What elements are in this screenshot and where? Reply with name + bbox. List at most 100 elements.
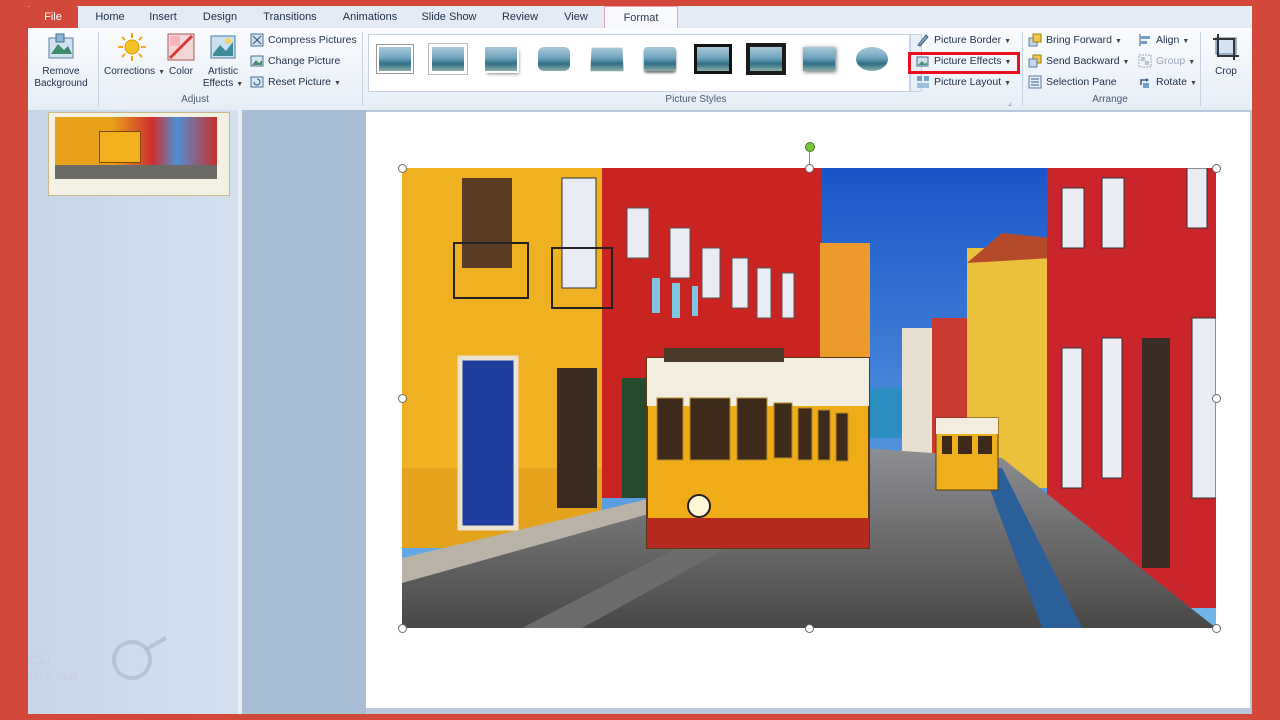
picture-style-4[interactable]	[534, 43, 574, 75]
align-button[interactable]: Align ▼	[1138, 31, 1189, 49]
layout-icon	[917, 76, 929, 89]
picture-style-3[interactable]	[481, 43, 521, 75]
picture-layout-button[interactable]: Picture Layout ▼	[916, 73, 1011, 91]
tab-transitions[interactable]: Transitions	[254, 6, 326, 28]
bring-forward-icon	[1028, 33, 1042, 47]
resize-handle-right[interactable]	[1212, 394, 1221, 403]
tab-review[interactable]: Review	[494, 6, 546, 28]
artistic-effects-icon	[210, 35, 236, 59]
picture-style-1[interactable]	[375, 43, 415, 75]
corrections-label: Corrections	[104, 66, 156, 77]
remove-background-label-1: Remove	[42, 66, 80, 77]
compress-pictures-button[interactable]: Compress Pictures	[250, 31, 357, 49]
chevron-down-icon: ▼	[334, 80, 341, 87]
slide-canvas[interactable]	[366, 112, 1250, 708]
send-backward-button[interactable]: Send Backward ▼	[1028, 52, 1129, 70]
selection-pane-button[interactable]: Selection Pane	[1028, 73, 1117, 91]
artistic-effects-label-1: Artistic	[208, 66, 238, 77]
artistic-effects-label-2: Effects	[202, 78, 234, 89]
tab-home[interactable]: Home	[86, 6, 134, 28]
picture-style-7[interactable]	[693, 43, 733, 75]
resize-handle-bottom[interactable]	[805, 624, 814, 633]
dialog-launcher-icon[interactable]: ⌟	[1008, 98, 1012, 107]
tab-insert[interactable]: Insert	[140, 6, 186, 28]
tab-view[interactable]: View	[554, 6, 598, 28]
rotation-handle[interactable]	[805, 142, 815, 152]
picture-border-button[interactable]: Picture Border ▼	[916, 31, 1011, 49]
tech-view-logo-icon: تک TECH VIEW	[28, 636, 167, 682]
tab-file[interactable]: File	[28, 6, 78, 28]
picture-style-9[interactable]	[799, 43, 839, 75]
tab-slide-show[interactable]: Slide Show	[414, 6, 484, 28]
picture-effects-highlight	[908, 52, 1020, 74]
picture-style-8[interactable]	[746, 43, 786, 75]
resize-handle-left[interactable]	[398, 394, 407, 403]
picture-styles-gallery	[368, 34, 910, 92]
group-icon	[1138, 54, 1152, 68]
resize-handle-top-right[interactable]	[1212, 164, 1221, 173]
watermark-text-top: تک	[28, 645, 51, 669]
compress-pictures-label: Compress Pictures	[268, 34, 357, 46]
thumbnail-pane-background	[242, 110, 366, 714]
tab-format[interactable]: Format	[604, 6, 678, 28]
ribbon-tab-bar: File Home Insert Design Transitions Anim…	[28, 6, 1252, 29]
chevron-down-icon: ▼	[1189, 80, 1197, 87]
group-button[interactable]: Group ▼	[1138, 52, 1195, 70]
change-picture-label: Change Picture	[268, 55, 341, 67]
picture-styles-group-label: Picture Styles	[665, 94, 727, 105]
adjust-group-label: Adjust	[181, 94, 209, 105]
color-button[interactable]: Color	[164, 32, 198, 78]
artistic-effects-button[interactable]: Artistic Effects ▼	[202, 32, 244, 91]
crop-button[interactable]: Crop	[1206, 32, 1246, 78]
chevron-down-icon: ▼	[1004, 38, 1012, 45]
lisbon-tram-picture[interactable]	[402, 168, 1216, 628]
chevron-down-icon: ▼	[236, 81, 244, 88]
color-label: Color	[169, 66, 193, 77]
picture-style-6[interactable]	[640, 43, 680, 75]
group-label: Group	[1156, 55, 1186, 67]
corrections-button[interactable]: Corrections ▼	[104, 32, 165, 79]
chevron-down-icon: ▼	[1122, 59, 1130, 66]
ribbon-separator	[1200, 32, 1201, 106]
resize-handle-bottom-right[interactable]	[1212, 624, 1221, 633]
powerpoint-window: File Home Insert Design Transitions Anim…	[28, 6, 1252, 714]
reset-picture-label: Reset Picture	[268, 76, 332, 88]
picture-border-label: Picture Border	[934, 34, 1002, 46]
tab-design[interactable]: Design	[192, 6, 248, 28]
change-picture-button[interactable]: Change Picture	[250, 52, 340, 70]
change-picture-icon	[250, 55, 264, 67]
rotate-button[interactable]: Rotate ▼	[1138, 73, 1197, 91]
picture-style-2[interactable]	[428, 43, 468, 75]
tab-animations[interactable]: Animations	[332, 6, 408, 28]
slide-thumbnail-image	[55, 117, 217, 179]
picture-style-10[interactable]	[852, 43, 892, 75]
bring-forward-button[interactable]: Bring Forward ▼	[1028, 31, 1122, 49]
slide-thumbnail-1[interactable]	[48, 112, 230, 196]
selection-pane-icon	[1028, 75, 1042, 89]
reset-picture-icon	[250, 76, 264, 88]
reset-picture-button[interactable]: Reset Picture ▼	[250, 73, 341, 91]
rotate-label: Rotate	[1156, 76, 1187, 88]
resize-handle-top[interactable]	[805, 164, 814, 173]
resize-handle-bottom-left[interactable]	[398, 624, 407, 633]
remove-background-label-2: Background	[34, 78, 88, 89]
ribbon: Remove Background Corrections ▼ Color Ar…	[28, 28, 1252, 111]
chevron-down-icon: ▼	[1188, 59, 1196, 66]
slide-editing-area	[366, 110, 1252, 714]
picture-style-5[interactable]	[587, 43, 627, 75]
chevron-down-icon: ▼	[1004, 80, 1012, 87]
send-backward-label: Send Backward	[1046, 55, 1120, 67]
remove-background-button[interactable]: Remove Background	[30, 32, 92, 90]
resize-handle-top-left[interactable]	[398, 164, 407, 173]
align-label: Align	[1156, 34, 1180, 46]
chevron-down-icon: ▼	[1182, 38, 1190, 45]
chevron-down-icon: ▼	[1114, 38, 1122, 45]
selection-pane-label: Selection Pane	[1046, 76, 1117, 88]
sun-icon	[118, 33, 146, 61]
align-icon	[1139, 34, 1150, 47]
send-backward-icon	[1028, 54, 1042, 68]
ribbon-separator	[362, 32, 363, 106]
watermark-text-bottom: TECH VIEW	[28, 672, 79, 682]
remove-background-icon	[48, 33, 74, 59]
bring-forward-label: Bring Forward	[1046, 34, 1112, 46]
